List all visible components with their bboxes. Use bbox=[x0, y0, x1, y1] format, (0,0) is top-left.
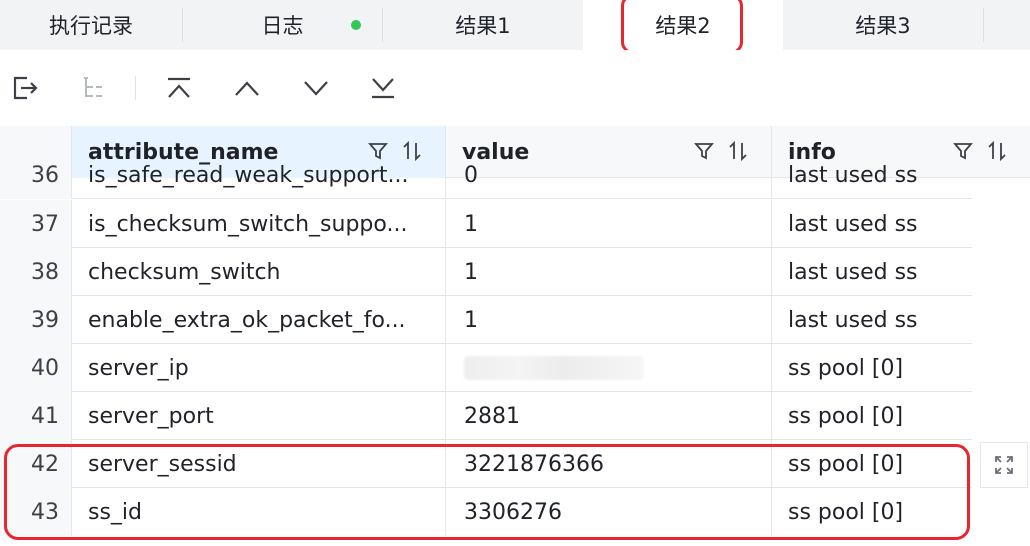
export-icon bbox=[13, 76, 38, 100]
cell-text: is_safe_read_weak_support... bbox=[88, 162, 409, 188]
row-number: 37 bbox=[0, 200, 72, 248]
cell-attribute-name[interactable]: is_safe_read_weak_support... bbox=[72, 151, 446, 199]
cell-value[interactable]: 3221876366 bbox=[446, 440, 772, 488]
table-row[interactable]: 42 server_sessid 3221876366 ss pool [0] bbox=[0, 440, 972, 488]
redacted-value bbox=[464, 356, 644, 380]
table-row[interactable]: 36 is_safe_read_weak_support... 0 last u… bbox=[0, 151, 972, 199]
row-number: 41 bbox=[0, 392, 72, 440]
table-row[interactable]: 40 server_ip ss pool [0] bbox=[0, 344, 972, 392]
next-button[interactable] bbox=[297, 69, 335, 107]
cell-attribute-name[interactable]: server_port bbox=[72, 392, 446, 440]
result-toolbar bbox=[0, 50, 1030, 126]
cell-attribute-name[interactable]: server_ip bbox=[72, 344, 446, 392]
previous-icon bbox=[235, 81, 259, 96]
cell-text: server_ip bbox=[88, 355, 189, 381]
cell-info[interactable]: ss pool [0] bbox=[772, 440, 972, 488]
expand-icon bbox=[995, 456, 1013, 474]
cell-value[interactable]: 1 bbox=[446, 248, 772, 296]
row-number: 36 bbox=[0, 151, 72, 199]
table-row[interactable]: 43 ss_id 3306276 ss pool [0] bbox=[0, 488, 972, 536]
table-row[interactable]: 39 enable_extra_ok_packet_fo... 1 last u… bbox=[0, 296, 972, 344]
previous-button[interactable] bbox=[228, 69, 266, 107]
cell-text: server_port bbox=[88, 403, 214, 429]
cell-attribute-name[interactable]: server_sessid bbox=[72, 440, 446, 488]
tab-result-2[interactable]: 结果2 bbox=[583, 0, 783, 50]
table-row[interactable]: 41 server_port 2881 ss pool [0] bbox=[0, 392, 972, 440]
tab-label: 结果1 bbox=[455, 14, 511, 38]
expand-row-button[interactable] bbox=[980, 442, 1028, 488]
cell-text: is_checksum_switch_suppo... bbox=[88, 211, 408, 237]
row-number: 40 bbox=[0, 344, 72, 392]
scroll-to-bottom-icon bbox=[372, 78, 394, 99]
cell-info[interactable]: ss pool [0] bbox=[772, 344, 972, 392]
sort-icon[interactable] bbox=[986, 140, 1008, 162]
cell-text: checksum_switch bbox=[88, 259, 281, 285]
tree-view-button[interactable] bbox=[74, 69, 112, 107]
tab-label: 执行记录 bbox=[49, 14, 133, 38]
row-number: 43 bbox=[0, 488, 72, 536]
tab-label: 结果3 bbox=[855, 14, 911, 38]
cell-value[interactable]: 1 bbox=[446, 200, 772, 248]
cell-value[interactable]: 3306276 bbox=[446, 488, 772, 536]
tab-label: 结果2 bbox=[655, 14, 711, 38]
export-button[interactable] bbox=[6, 69, 44, 107]
row-number: 38 bbox=[0, 248, 72, 296]
scroll-to-top-icon bbox=[168, 77, 190, 98]
result-tab-bar: 执行记录 日志 结果1 结果2 结果3 bbox=[0, 0, 1030, 50]
cell-value[interactable]: 1 bbox=[446, 296, 772, 344]
row-number: 42 bbox=[0, 440, 72, 488]
cell-info[interactable]: last used ss bbox=[772, 151, 972, 199]
tab-result-3[interactable]: 结果3 bbox=[783, 0, 983, 50]
next-icon bbox=[304, 81, 328, 96]
row-number: 39 bbox=[0, 296, 72, 344]
table-row[interactable]: 38 checksum_switch 1 last used ss bbox=[0, 248, 972, 296]
table-row[interactable]: 37 is_checksum_switch_suppo... 1 last us… bbox=[0, 200, 972, 248]
cell-value[interactable]: 2881 bbox=[446, 392, 772, 440]
cell-info[interactable]: ss pool [0] bbox=[772, 488, 972, 536]
tree-view-icon bbox=[84, 77, 102, 97]
tab-execution-records[interactable]: 执行记录 bbox=[0, 0, 182, 50]
cell-value[interactable]: 0 bbox=[446, 151, 772, 199]
tab-separator bbox=[983, 8, 984, 42]
cell-info[interactable]: last used ss bbox=[772, 248, 972, 296]
status-dot bbox=[351, 20, 361, 30]
cell-attribute-name[interactable]: ss_id bbox=[72, 488, 446, 536]
toolbar-divider bbox=[135, 76, 136, 100]
cell-info[interactable]: last used ss bbox=[772, 200, 972, 248]
tab-log[interactable]: 日志 bbox=[183, 0, 382, 50]
tab-label: 日志 bbox=[261, 14, 304, 38]
tab-result-1[interactable]: 结果1 bbox=[383, 0, 583, 50]
cell-info[interactable]: last used ss bbox=[772, 296, 972, 344]
cell-text: server_sessid bbox=[88, 451, 237, 477]
scroll-to-bottom-button[interactable] bbox=[364, 69, 402, 107]
cell-attribute-name[interactable]: checksum_switch bbox=[72, 248, 446, 296]
cell-attribute-name[interactable]: is_checksum_switch_suppo... bbox=[72, 200, 446, 248]
cell-text: enable_extra_ok_packet_fo... bbox=[88, 307, 406, 333]
result-grid: attribute_name value info 36 is_safe_rea… bbox=[0, 126, 1030, 546]
cell-value[interactable] bbox=[446, 344, 772, 392]
cell-attribute-name[interactable]: enable_extra_ok_packet_fo... bbox=[72, 296, 446, 344]
cell-info[interactable]: ss pool [0] bbox=[772, 392, 972, 440]
scroll-to-top-button[interactable] bbox=[160, 69, 198, 107]
cell-text: ss_id bbox=[88, 499, 143, 525]
